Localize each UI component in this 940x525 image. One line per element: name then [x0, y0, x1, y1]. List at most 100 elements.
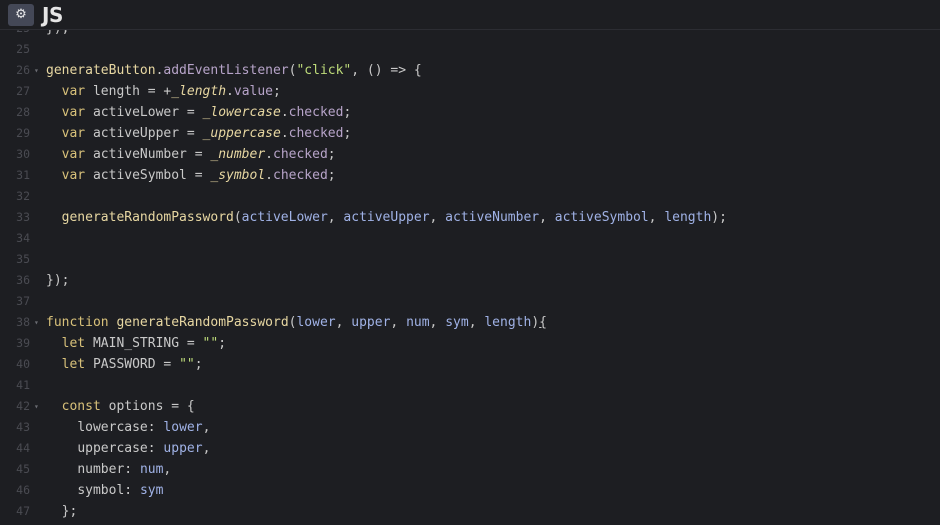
code-token: = +: [139, 84, 172, 99]
code-line[interactable]: 26 ▾ generateButton.addEventListener("clic…: [0, 60, 940, 81]
code-token: "": [179, 357, 195, 372]
code-line[interactable]: 36});: [0, 270, 940, 291]
code-line[interactable]: 44 uppercase: upper,: [0, 438, 940, 459]
code-text: });: [46, 270, 69, 291]
code-token: value: [233, 84, 274, 99]
code-token: activeUpper: [343, 210, 430, 225]
code-token: ;: [343, 105, 352, 120]
code-line[interactable]: 32: [0, 186, 940, 207]
code-token: options: [108, 399, 164, 414]
code-text: uppercase: upper,: [46, 438, 210, 459]
line-number: 42: [16, 399, 30, 413]
code-token: function: [46, 315, 109, 330]
code-token: upper: [163, 441, 203, 456]
code-token: lowercase: [77, 420, 148, 435]
code-token: _uppercase: [202, 126, 281, 141]
code-token: , () => {: [351, 63, 422, 78]
line-number: 39: [16, 336, 30, 350]
code-line[interactable]: 40 let PASSWORD = "";: [0, 354, 940, 375]
settings-button[interactable]: ⚙: [8, 3, 34, 26]
code-line[interactable]: 47 };: [0, 501, 940, 522]
code-token: _symbol: [210, 168, 266, 183]
code-token: const: [61, 399, 101, 414]
code-token: (: [233, 210, 242, 225]
code-token: ;: [343, 126, 352, 141]
code-token: lower: [163, 420, 203, 435]
code-line[interactable]: 46 symbol: sym: [0, 480, 940, 501]
code-text: var activeUpper = _uppercase.checked;: [46, 123, 352, 144]
code-line[interactable]: 33 generateRandomPassword(activeLower, a…: [0, 207, 940, 228]
code-token: _number: [210, 147, 266, 162]
code-token: .: [280, 126, 289, 141]
code-line[interactable]: 31 var activeSymbol = _symbol.checked;: [0, 165, 940, 186]
code-token: sym: [139, 483, 164, 498]
code-line[interactable]: 45 number: num,: [0, 459, 940, 480]
code-text: var activeSymbol = _symbol.checked;: [46, 165, 336, 186]
code-token: "click": [296, 63, 352, 78]
code-token: activeNumber: [92, 147, 187, 162]
code-token: };: [46, 504, 78, 519]
code-text: generateButton.addEventListener("click",…: [46, 60, 422, 81]
fold-arrow-icon[interactable]: ▾: [34, 396, 39, 417]
code-token: MAIN_STRING: [92, 336, 180, 351]
code-token: =: [179, 336, 203, 351]
code-token: ,: [468, 315, 485, 330]
code-token: activeUpper: [92, 126, 180, 141]
code-line[interactable]: 29 var activeUpper = _uppercase.checked;: [0, 123, 940, 144]
code-text: const options = {: [46, 396, 195, 417]
line-number: 47: [16, 504, 30, 518]
code-token: activeLower: [241, 210, 328, 225]
line-number: 30: [16, 147, 30, 161]
code-line[interactable]: 25: [0, 39, 940, 60]
code-line[interactable]: 28 var activeLower = _lowercase.checked;: [0, 102, 940, 123]
line-number: 28: [16, 105, 30, 119]
code-token: generateRandomPassword: [61, 210, 234, 225]
code-line[interactable]: 27 var length = +_length.value;: [0, 81, 940, 102]
code-token: ,: [429, 315, 446, 330]
fold-arrow-icon[interactable]: ▾: [34, 312, 39, 333]
fold-arrow-icon[interactable]: ▾: [34, 60, 39, 81]
code-token: addEventListener: [163, 63, 289, 78]
code-token: =: [155, 357, 180, 372]
code-token: let: [61, 357, 86, 372]
code-line[interactable]: 42 ▾ const options = {: [0, 396, 940, 417]
code-token: .: [265, 147, 273, 162]
code-line[interactable]: 35: [0, 249, 940, 270]
line-number: 27: [16, 84, 30, 98]
code-line[interactable]: 30 var activeNumber = _number.checked;: [0, 144, 940, 165]
line-number: 43: [16, 420, 30, 434]
code-text: });: [46, 30, 69, 39]
code-line[interactable]: 39 let MAIN_STRING = "";: [0, 333, 940, 354]
code-token: .: [265, 168, 273, 183]
code-line[interactable]: 25});: [0, 30, 940, 39]
code-token: .: [280, 105, 289, 120]
code-line[interactable]: 41: [0, 375, 940, 396]
code-editor[interactable]: 25});2526▾generateButton.addEventListene…: [0, 30, 940, 525]
code-token: ,: [335, 315, 352, 330]
code-token: =: [179, 126, 203, 141]
editor-header: ⚙ JS: [0, 0, 940, 30]
code-token: let: [61, 336, 86, 351]
code-line[interactable]: 37: [0, 291, 940, 312]
code-line[interactable]: 38 ▾ function generateRandomPassword(lower…: [0, 312, 940, 333]
gear-icon: ⚙: [15, 7, 27, 22]
code-token: :: [124, 483, 140, 498]
code-token: ,: [202, 441, 211, 456]
line-number: 25: [0, 30, 30, 39]
code-text: symbol: sym: [46, 480, 163, 501]
code-line[interactable]: 34: [0, 228, 940, 249]
code-token: :: [124, 462, 140, 477]
code-line[interactable]: 43 lowercase: lower,: [0, 417, 940, 438]
code-token: uppercase: [77, 441, 148, 456]
code-token: ;: [327, 168, 336, 183]
code-token: );: [711, 210, 727, 225]
code-token: ;: [273, 84, 281, 99]
